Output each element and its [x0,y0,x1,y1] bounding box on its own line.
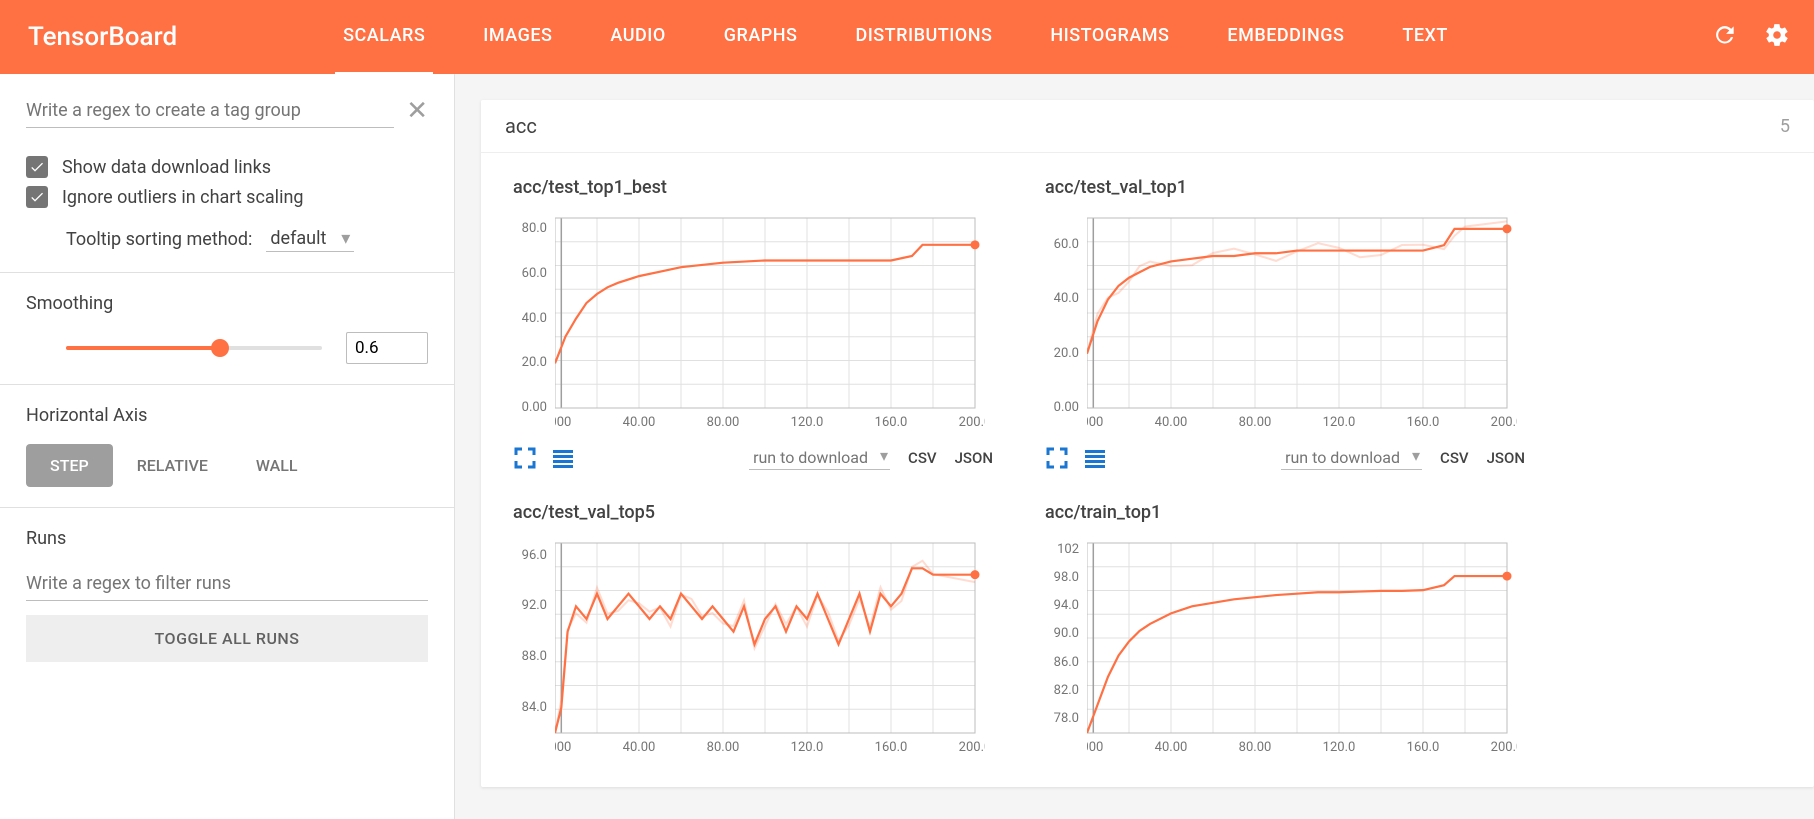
smoothing-label: Smoothing [26,293,428,314]
chart-card: acc/test_val_top1 0.0020.040.060.00.0004… [1045,177,1525,470]
chart-plot[interactable]: 0.0020.040.060.00.00040.0080.00120.0160.… [1087,208,1517,438]
svg-text:160.0: 160.0 [875,740,908,755]
tag-filter-input[interactable] [26,94,394,128]
tab-embeddings[interactable]: EMBEDDINGS [1219,0,1352,75]
svg-text:120.0: 120.0 [1323,740,1356,755]
chart-title: acc/test_top1_best [513,177,993,198]
tab-audio[interactable]: AUDIO [602,0,673,75]
tab-images[interactable]: IMAGES [475,0,560,75]
refresh-icon[interactable] [1712,22,1738,52]
logo: TensorBoard [0,22,205,52]
download-csv-link[interactable]: CSV [908,449,937,467]
svg-text:200.0: 200.0 [959,740,985,755]
chart-title: acc/test_val_top5 [513,502,993,523]
svg-text:160.0: 160.0 [1407,415,1440,430]
result-count: 5 [1780,116,1790,137]
horizontal-axis-label: Horizontal Axis [26,405,428,426]
chart-plot[interactable]: 84.088.092.096.00.00040.0080.00120.0160.… [555,533,985,763]
svg-text:40.00: 40.00 [1155,415,1188,430]
svg-text:80.00: 80.00 [707,415,740,430]
svg-text:160.0: 160.0 [1407,740,1440,755]
svg-text:0.000: 0.000 [555,415,571,430]
svg-text:200.0: 200.0 [1491,740,1517,755]
run-download-select[interactable]: run to download [1281,446,1422,470]
list-icon[interactable] [551,446,575,470]
svg-text:0.000: 0.000 [1087,415,1103,430]
runs-label: Runs [26,528,428,549]
tab-histograms[interactable]: HISTOGRAMS [1042,0,1177,75]
tab-distributions[interactable]: DISTRIBUTIONS [847,0,1000,75]
smoothing-input[interactable] [346,332,428,364]
ignore-outliers-label: Ignore outliers in chart scaling [62,187,304,208]
svg-text:200.0: 200.0 [1491,415,1517,430]
axis-button-wall[interactable]: WALL [232,444,322,487]
tag-filter-value[interactable]: acc [505,114,1780,138]
svg-text:80.00: 80.00 [1239,740,1272,755]
run-download-select[interactable]: run to download [749,446,890,470]
axis-button-step[interactable]: STEP [26,444,113,487]
close-icon[interactable]: ✕ [406,96,428,126]
svg-text:160.0: 160.0 [875,415,908,430]
chart-title: acc/test_val_top1 [1045,177,1525,198]
ignore-outliers-checkbox[interactable] [26,186,48,208]
svg-text:120.0: 120.0 [791,415,824,430]
gear-icon[interactable] [1764,22,1790,52]
show-download-links-checkbox[interactable] [26,156,48,178]
chart-card: acc/test_val_top5 84.088.092.096.00.0004… [513,502,993,763]
chart-plot[interactable]: 78.082.086.090.094.098.01020.00040.0080.… [1087,533,1517,763]
tab-graphs[interactable]: GRAPHS [716,0,806,75]
chart-card: acc/train_top1 78.082.086.090.094.098.01… [1045,502,1525,763]
runs-filter-input[interactable] [26,567,428,601]
toggle-all-runs-button[interactable]: TOGGLE ALL RUNS [26,615,428,662]
tab-scalars[interactable]: SCALARS [335,0,433,75]
svg-text:40.00: 40.00 [1155,740,1188,755]
svg-text:40.00: 40.00 [623,740,656,755]
svg-text:120.0: 120.0 [1323,415,1356,430]
smoothing-slider[interactable] [66,346,322,350]
show-download-links-label: Show data download links [62,157,271,178]
chart-title: acc/train_top1 [1045,502,1525,523]
tooltip-sort-label: Tooltip sorting method: [66,229,252,250]
list-icon[interactable] [1083,446,1107,470]
tooltip-sort-select[interactable]: default [266,226,354,252]
download-csv-link[interactable]: CSV [1440,449,1469,467]
svg-text:0.000: 0.000 [555,740,571,755]
axis-button-relative[interactable]: RELATIVE [113,444,232,487]
chart-card: acc/test_top1_best 0.0020.040.060.080.00… [513,177,993,470]
svg-text:40.00: 40.00 [623,415,656,430]
download-json-link[interactable]: JSON [1487,449,1525,467]
svg-text:80.00: 80.00 [1239,415,1272,430]
svg-text:120.0: 120.0 [791,740,824,755]
fullscreen-icon[interactable] [513,446,537,470]
svg-text:0.000: 0.000 [1087,740,1103,755]
svg-text:80.00: 80.00 [707,740,740,755]
tab-text[interactable]: TEXT [1394,0,1455,75]
header-tabs: SCALARS IMAGES AUDIO GRAPHS DISTRIBUTIONS HIS… [335,0,1456,75]
download-json-link[interactable]: JSON [955,449,993,467]
chart-plot[interactable]: 0.0020.040.060.080.00.00040.0080.00120.0… [555,208,985,438]
fullscreen-icon[interactable] [1045,446,1069,470]
svg-text:200.0: 200.0 [959,415,985,430]
